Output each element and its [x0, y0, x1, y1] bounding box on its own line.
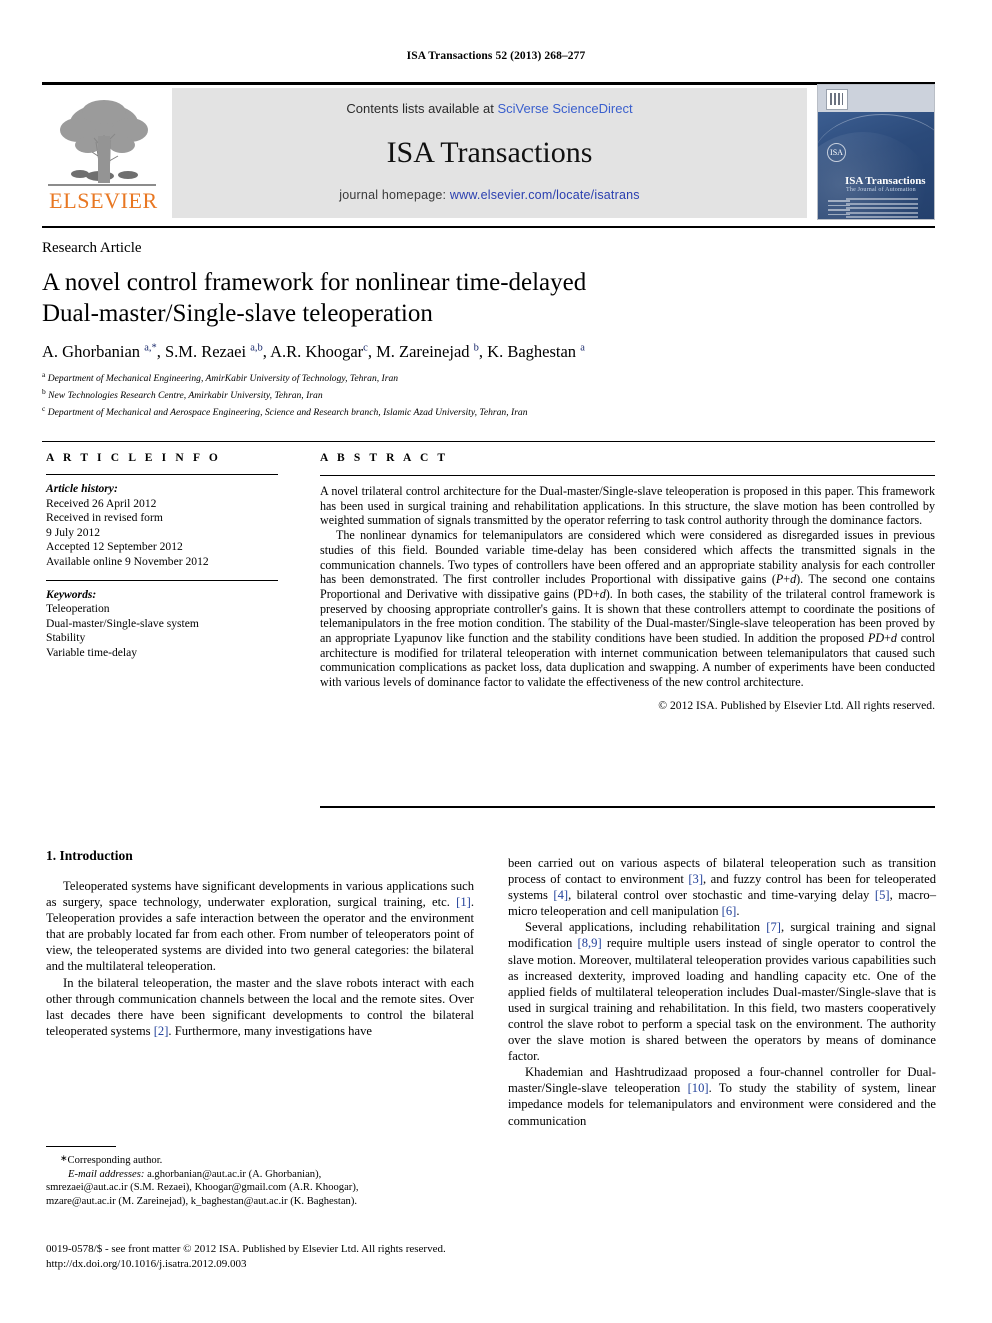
- elsevier-logo: ELSEVIER: [42, 88, 165, 218]
- body-paragraph: been carried out on various aspects of b…: [508, 856, 936, 919]
- homepage-prefix: journal homepage:: [339, 188, 450, 202]
- corresponding-author-marker: ∗: [60, 1153, 68, 1163]
- abstract-bottom-rule: [320, 806, 935, 808]
- footnote-block: ∗Corresponding author. E-mail addresses:…: [46, 1152, 476, 1208]
- article-info-heading: A R T I C L E I N F O: [46, 452, 221, 464]
- email-line: smrezaei@aut.ac.ir (S.M. Rezaei), Khooga…: [46, 1182, 359, 1194]
- body-paragraph: In the bilateral teleoperation, the mast…: [46, 975, 474, 1038]
- affiliation-item: c Department of Mechanical and Aerospace…: [42, 403, 528, 418]
- email-line: mzare@aut.ac.ir (M. Zareinejad), k_baghe…: [46, 1195, 357, 1207]
- running-head: ISA Transactions 52 (2013) 268–277: [406, 50, 586, 62]
- imprint-block: 0019-0578/$ - see front matter © 2012 IS…: [46, 1242, 746, 1271]
- citation-ref[interactable]: [10]: [688, 1081, 709, 1095]
- journal-title: ISA Transactions: [386, 136, 593, 169]
- journal-article-page: ISA Transactions 52 (2013) 268–277 ELSEV…: [0, 0, 992, 1323]
- imprint-line: 0019-0578/$ - see front matter © 2012 IS…: [46, 1243, 446, 1255]
- keyword-item: Teleoperation: [46, 602, 110, 616]
- abstract-rule: [320, 475, 935, 476]
- body-paragraph: Khademian and Hashtrudizaad proposed a f…: [508, 1065, 936, 1128]
- masthead-bottom-rule: [42, 226, 935, 228]
- citation-ref[interactable]: [5]: [875, 888, 890, 902]
- article-history-label: Article history:: [46, 482, 118, 495]
- abstract-body: A novel trilateral control architecture …: [320, 484, 935, 690]
- abstract-heading: A B S T R A C T: [320, 452, 449, 464]
- elsevier-wordmark: ELSEVIER: [49, 188, 158, 213]
- history-item: Received 26 April 2012: [46, 496, 157, 510]
- history-item: Available online 9 November 2012: [46, 554, 209, 568]
- abstract-paragraph: A novel trilateral control architecture …: [320, 484, 935, 528]
- info-section-top-rule: [42, 441, 935, 442]
- citation-ref[interactable]: [6]: [722, 904, 737, 918]
- cover-publisher-mark-icon: [826, 89, 848, 110]
- cover-footer-lines: [828, 200, 850, 218]
- article-info-rule-1: [46, 474, 278, 475]
- abstract-copyright: © 2012 ISA. Published by Elsevier Ltd. A…: [658, 698, 935, 712]
- citation-ref[interactable]: [8,9]: [578, 936, 602, 950]
- isa-badge-icon: ISA: [827, 143, 846, 162]
- body-column-left: Teleoperated systems have significant de…: [46, 878, 474, 1039]
- email-line: a.ghorbanian@aut.ac.ir (A. Ghorbanian),: [147, 1168, 322, 1180]
- title-line-2: Dual-master/Single-slave teleoperation: [42, 300, 433, 327]
- affiliation-list: a Department of Mechanical Engineering, …: [42, 369, 922, 419]
- corresponding-author-note: Corresponding author.: [67, 1155, 163, 1166]
- author-list: A. Ghorbanian a,*, S.M. Rezaei a,b, A.R.…: [42, 342, 585, 361]
- history-item: 9 July 2012: [46, 525, 101, 539]
- masthead: ELSEVIER Contents lists available at Sci…: [42, 82, 935, 220]
- email-addresses-label: E-mail addresses:: [68, 1168, 145, 1180]
- elsevier-tree-icon: [50, 90, 158, 184]
- article-type-label: Research Article: [42, 240, 142, 256]
- page-title: A novel control framework for nonlinear …: [42, 267, 782, 329]
- citation-ref[interactable]: [7]: [766, 920, 781, 934]
- cover-journal-title: ISA Transactions: [845, 175, 926, 187]
- affiliation-item: a Department of Mechanical Engineering, …: [42, 370, 399, 385]
- contents-available-line: Contents lists available at SciVerse Sci…: [172, 101, 807, 116]
- keyword-item: Dual-master/Single-slave system: [46, 616, 199, 630]
- article-history-block: Article history: Received 26 April 2012 …: [46, 482, 291, 570]
- body-paragraph: Teleoperated systems have significant de…: [46, 879, 474, 974]
- citation-ref[interactable]: [4]: [553, 888, 568, 902]
- footnote-rule: [46, 1146, 116, 1147]
- masthead-top-rule: [42, 82, 935, 85]
- sciencedirect-link[interactable]: SciVerse ScienceDirect: [497, 101, 632, 116]
- cover-artwork: ISA ISA Transactions The Journal of Auto…: [818, 112, 934, 219]
- abstract-column: A B S T R A C T A novel trilateral contr…: [320, 452, 935, 712]
- keyword-item: Variable time-delay: [46, 645, 138, 659]
- journal-cover-thumbnail: ISA ISA Transactions The Journal of Auto…: [817, 84, 935, 220]
- journal-band: Contents lists available at SciVerse Sci…: [172, 88, 807, 218]
- contents-prefix: Contents lists available at: [346, 101, 498, 116]
- homepage-url-link[interactable]: www.elsevier.com/locate/isatrans: [450, 188, 640, 202]
- logo-baseline: [48, 184, 156, 186]
- affiliation-item: b New Technologies Research Centre, Amir…: [42, 386, 323, 401]
- keywords-block: Keywords: Teleoperation Dual-master/Sing…: [46, 588, 291, 661]
- cover-text-lines: [846, 198, 918, 219]
- citation-ref[interactable]: [3]: [688, 872, 703, 886]
- history-item: Accepted 12 September 2012: [46, 540, 183, 554]
- citation-ref[interactable]: [2]: [154, 1024, 169, 1038]
- title-line-1: A novel control framework for nonlinear …: [42, 269, 587, 296]
- doi-link[interactable]: http://dx.doi.org/10.1016/j.isatra.2012.…: [46, 1257, 746, 1272]
- body-paragraph: Several applications, including rehabili…: [508, 920, 936, 1064]
- cover-journal-subtitle: The Journal of Automation: [846, 187, 916, 193]
- keyword-item: Stability: [46, 631, 86, 645]
- journal-homepage-line: journal homepage: www.elsevier.com/locat…: [172, 188, 807, 202]
- article-info-column: A R T I C L E I N F O Article history: R…: [46, 452, 291, 661]
- keywords-label: Keywords:: [46, 587, 97, 601]
- citation-ref[interactable]: [1]: [456, 895, 471, 909]
- history-item: Received in revised form: [46, 511, 163, 525]
- article-info-rule-2: [46, 579, 278, 581]
- section-heading-introduction: 1. Introduction: [46, 848, 133, 863]
- body-column-right: been carried out on various aspects of b…: [508, 855, 936, 1129]
- abstract-paragraph: The nonlinear dynamics for telemanipulat…: [320, 528, 936, 690]
